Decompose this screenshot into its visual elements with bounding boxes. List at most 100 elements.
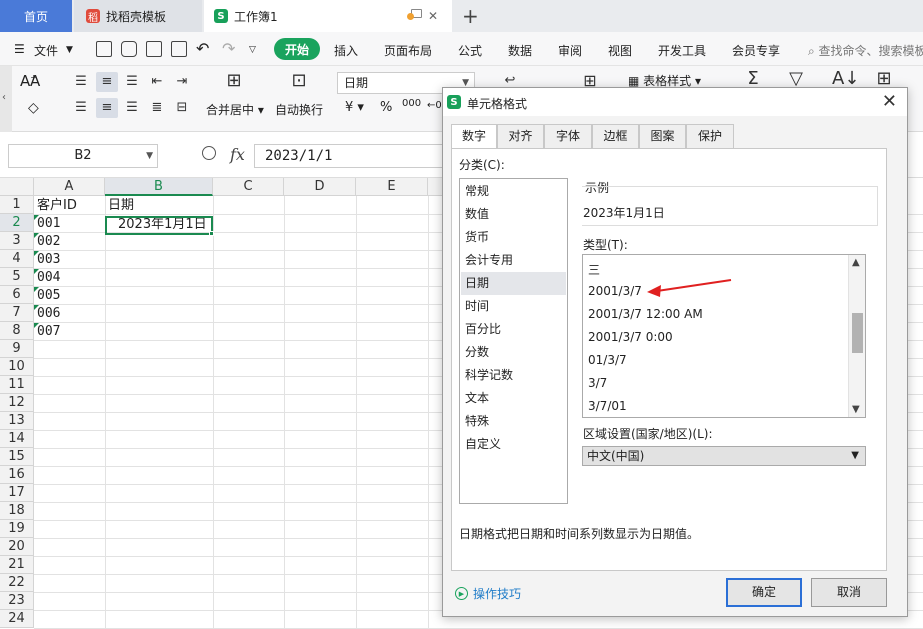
align-right-icon[interactable]: ☰ [124, 101, 140, 115]
print-preview-icon[interactable] [171, 41, 187, 57]
undo-icon[interactable]: ↶ [196, 39, 209, 58]
ribbon-scroll-left[interactable]: ‹ [0, 66, 12, 132]
close-tab-icon[interactable]: ✕ [428, 9, 438, 23]
print-icon[interactable] [146, 41, 162, 57]
cell-b1[interactable]: 日期 [106, 197, 134, 215]
tab-home[interactable]: 首页 [0, 0, 72, 32]
indent-decrease-icon[interactable]: ⇤ [149, 75, 165, 89]
type-item[interactable]: 2001/3/7 0:00 [588, 330, 673, 344]
scroll-up-icon[interactable]: ▲ [852, 257, 860, 268]
category-scientific[interactable]: 科学记数 [461, 364, 566, 387]
tab-workbook[interactable]: S 工作簿1 ✕ [204, 0, 452, 32]
fill-handle[interactable] [209, 231, 214, 236]
row-header[interactable]: 23 [0, 592, 34, 610]
row-header[interactable]: 18 [0, 502, 34, 520]
menu-home[interactable]: 开始 [274, 38, 320, 60]
row-header[interactable]: 16 [0, 466, 34, 484]
dialog-titlebar[interactable]: S 单元格格式 ✕ [443, 88, 907, 116]
align-top-icon[interactable]: ☰ [73, 75, 89, 89]
cancel-button[interactable]: 取消 [811, 578, 887, 607]
chevron-down-icon[interactable]: ▼ [66, 45, 73, 55]
eraser-icon[interactable]: ◇ [28, 100, 39, 116]
type-item[interactable]: 2001/3/7 12:00 AM [588, 307, 703, 321]
category-percentage[interactable]: 百分比 [461, 318, 566, 341]
category-currency[interactable]: 货币 [461, 226, 566, 249]
close-icon[interactable]: ✕ [882, 91, 897, 112]
category-general[interactable]: 常规 [461, 180, 566, 203]
wrap-text-button[interactable]: 自动换行 [275, 101, 323, 118]
row-header[interactable]: 8 [0, 322, 34, 340]
redo-icon[interactable]: ↷ [222, 39, 235, 58]
row-header[interactable]: 11 [0, 376, 34, 394]
category-special[interactable]: 特殊 [461, 410, 566, 433]
fill-icon[interactable]: ⊞ [876, 70, 892, 88]
type-item[interactable]: 01/3/7 [588, 353, 627, 367]
menu-developer[interactable]: 开发工具 [658, 42, 706, 59]
column-header-b[interactable]: B [105, 178, 213, 196]
category-time[interactable]: 时间 [461, 295, 566, 318]
row-header[interactable]: 5 [0, 268, 34, 286]
percent-button[interactable]: % [380, 100, 392, 115]
align-bottom-icon[interactable]: ☰ [124, 75, 140, 89]
menu-data[interactable]: 数据 [508, 42, 532, 59]
tab-font[interactable]: 字体 [544, 124, 592, 148]
menu-page-layout[interactable]: 页面布局 [384, 42, 432, 59]
category-custom[interactable]: 自定义 [461, 433, 566, 456]
row-header[interactable]: 3 [0, 232, 34, 250]
currency-button[interactable]: ¥ ▾ [345, 100, 364, 115]
ok-button[interactable]: 确定 [726, 578, 802, 607]
wrap-text-icon[interactable]: ⊡ [288, 72, 310, 90]
category-date[interactable]: 日期 [461, 272, 566, 295]
menu-review[interactable]: 审阅 [558, 42, 582, 59]
formula-input[interactable]: 2023/1/1 [254, 144, 454, 168]
row-header[interactable]: 21 [0, 556, 34, 574]
menu-formulas[interactable]: 公式 [458, 42, 482, 59]
type-list-scrollbar[interactable]: ▲ ▼ [848, 255, 865, 417]
category-fraction[interactable]: 分数 [461, 341, 566, 364]
tab-protection[interactable]: 保护 [686, 124, 734, 148]
type-item[interactable]: 2001/3/7 [588, 284, 642, 298]
row-header[interactable]: 4 [0, 250, 34, 268]
export-icon[interactable] [121, 41, 137, 57]
row-header[interactable]: 9 [0, 340, 34, 358]
indent-increase-icon[interactable]: ⇥ [174, 75, 190, 89]
tab-templates[interactable]: 稻 找稻壳模板 [74, 0, 202, 32]
row-header[interactable]: 10 [0, 358, 34, 376]
distribute-icon[interactable]: ⊟ [174, 101, 190, 115]
sort-icon[interactable]: A↓ [832, 70, 859, 88]
row-header[interactable]: 6 [0, 286, 34, 304]
row-header[interactable]: 20 [0, 538, 34, 556]
more-chevron-icon[interactable]: ▽ [249, 45, 256, 55]
column-header-c[interactable]: C [213, 178, 284, 196]
row-header[interactable]: 14 [0, 430, 34, 448]
sum-icon[interactable]: Σ [745, 70, 761, 88]
fx-icon[interactable]: fx [230, 145, 245, 164]
new-tab-icon[interactable]: + [462, 4, 479, 28]
merge-center-button[interactable]: 合并居中 ▾ [206, 101, 264, 118]
justify-icon[interactable]: ≣ [149, 101, 165, 115]
row-header[interactable]: 12 [0, 394, 34, 412]
column-header-a[interactable]: A [34, 178, 105, 196]
menu-insert[interactable]: 插入 [334, 42, 358, 59]
command-search[interactable]: ⌕ 查找命令、搜索模板 [808, 42, 923, 59]
category-list[interactable]: 常规 数值 货币 会计专用 日期 时间 百分比 分数 科学记数 文本 特殊 自定… [459, 178, 568, 504]
conditional-format-icon[interactable]: ⊞ [580, 73, 600, 89]
row-header[interactable]: 13 [0, 412, 34, 430]
type-item[interactable]: 3/7/01 [588, 399, 627, 413]
region-select[interactable]: 中文(中国) ▼ [582, 446, 866, 466]
align-middle-icon[interactable]: ≡ [99, 75, 115, 89]
row-header[interactable]: 24 [0, 610, 34, 628]
category-number[interactable]: 数值 [461, 203, 566, 226]
scrollbar-thumb[interactable] [852, 313, 863, 353]
save-icon[interactable] [96, 41, 112, 57]
type-item[interactable]: 3/7 [588, 376, 607, 390]
row-header[interactable]: 15 [0, 448, 34, 466]
cell-a1[interactable]: 客户ID [35, 197, 77, 215]
tips-link[interactable]: ▶ 操作技巧 [455, 585, 521, 602]
zoom-icon[interactable] [202, 146, 216, 160]
menu-membership[interactable]: 会员专享 [732, 42, 780, 59]
type-item[interactable]: 三 [588, 261, 600, 278]
thousands-button[interactable]: 000 [402, 98, 421, 109]
name-box[interactable]: B2 ▼ [8, 144, 158, 168]
row-header[interactable]: 1 [0, 196, 34, 214]
